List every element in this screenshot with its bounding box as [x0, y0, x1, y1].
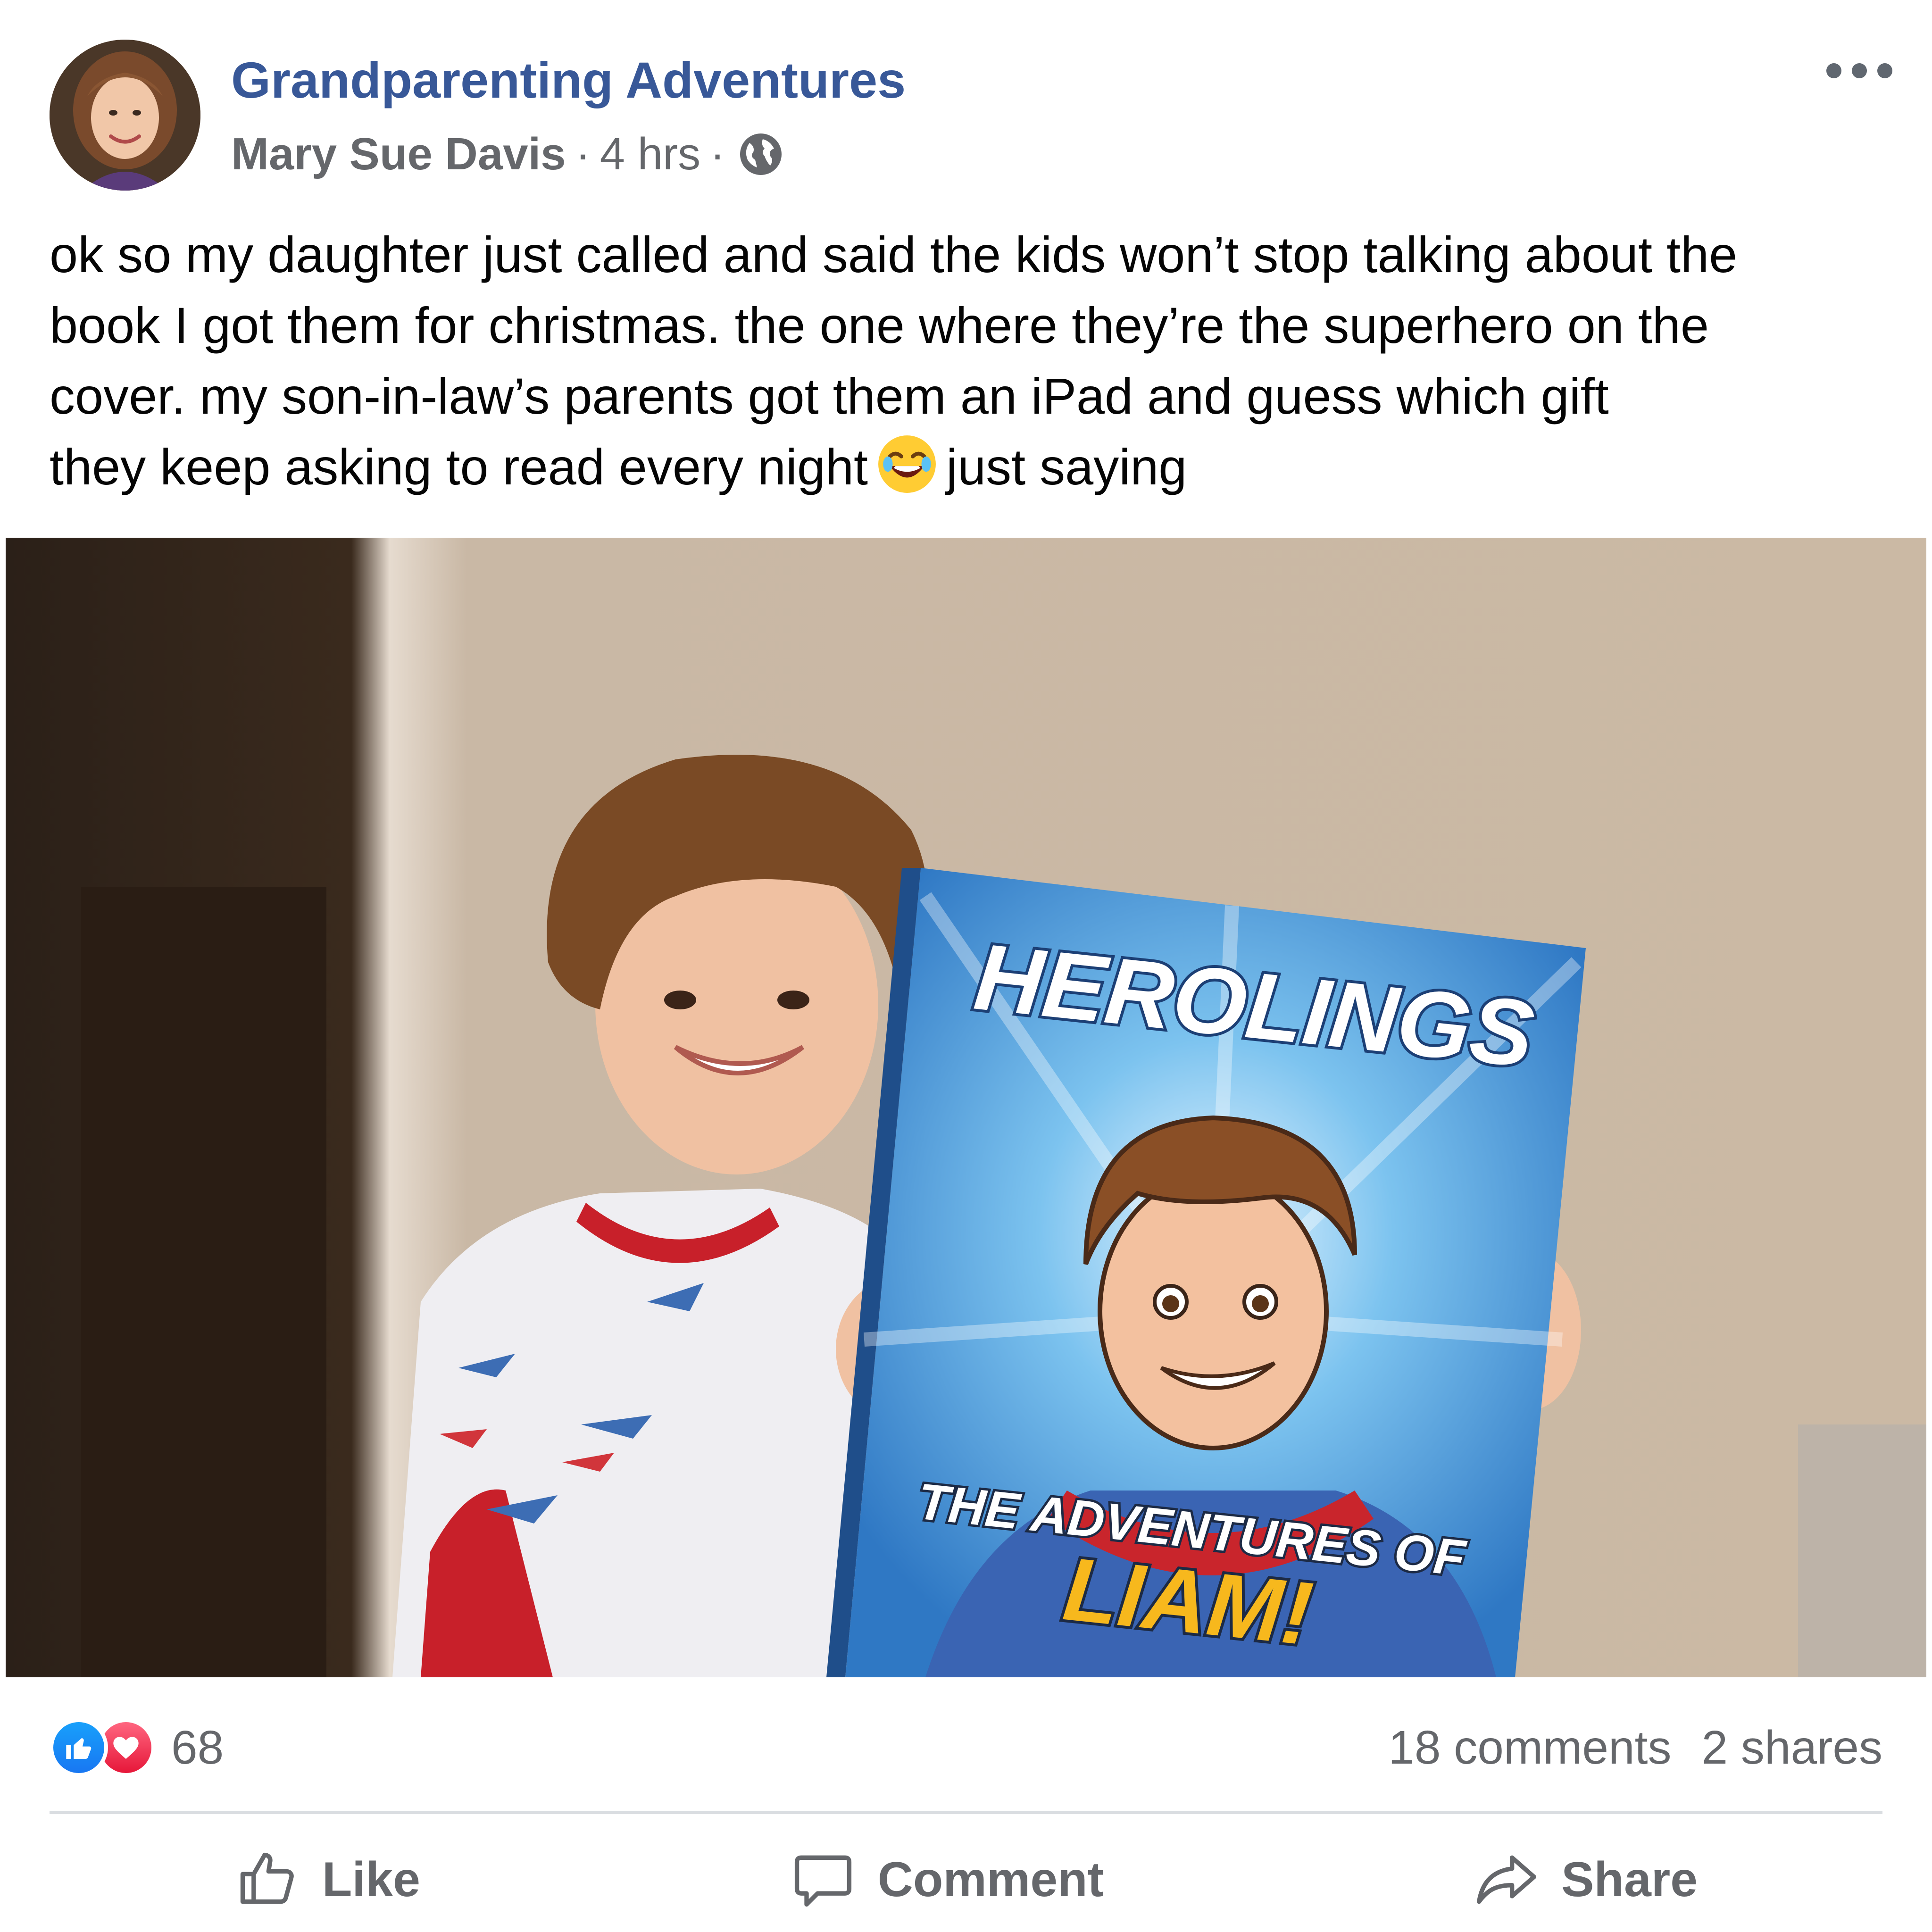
share-button[interactable]: Share: [1474, 1847, 1698, 1913]
like-label: Like: [322, 1852, 420, 1907]
comment-bubble-icon: [794, 1855, 851, 1907]
thumbs-up-icon: [240, 1852, 294, 1904]
like-button[interactable]: Like: [234, 1847, 420, 1913]
post-stats: 68 18 comments 2 shares: [50, 1717, 1882, 1778]
post-text-line: cover. my son-in-law’s parents got them …: [50, 367, 1609, 425]
shares-count-link[interactable]: 2 shares: [1701, 1721, 1882, 1775]
post-actions: Like Comment Share: [50, 1830, 1882, 1929]
meta-separator: ·: [575, 129, 591, 179]
post-text-line: book I got them for christmas. the one w…: [50, 297, 1709, 354]
group-name-link[interactable]: Grandparenting Adventures: [231, 50, 906, 111]
meta-separator: ·: [710, 129, 725, 179]
author-avatar[interactable]: [50, 40, 200, 191]
post-text-line-last: they keep asking to read every night jus…: [50, 432, 1889, 502]
post-timestamp[interactable]: 4 hrs: [600, 128, 700, 180]
comments-count-link[interactable]: 18 comments: [1388, 1721, 1671, 1775]
comment-label: Comment: [877, 1852, 1104, 1907]
reaction-count: 68: [171, 1721, 224, 1774]
post-photo[interactable]: HEROLINGS THE ADVENTURES OF LIAM!: [6, 538, 1926, 1677]
share-arrow-icon: [1477, 1855, 1537, 1904]
globe-icon[interactable]: [738, 132, 783, 177]
laughing-emoji-icon: [878, 435, 936, 493]
engagement-counts: 18 comments 2 shares: [1388, 1721, 1882, 1775]
comment-button[interactable]: Comment: [790, 1847, 1104, 1913]
like-reaction-icon: [50, 1718, 108, 1777]
post-text-line: they keep asking to read every night: [50, 438, 868, 495]
post-meta: Mary Sue Davis · 4 hrs ·: [231, 124, 783, 185]
action-divider: [50, 1811, 1882, 1814]
post-text-line: ok so my daughter just called and said t…: [50, 226, 1738, 283]
reactions-summary[interactable]: 68: [50, 1718, 224, 1777]
author-name-link[interactable]: Mary Sue Davis: [231, 128, 566, 180]
post-text: ok so my daughter just called and said t…: [50, 219, 1889, 502]
facebook-post: Grandparenting Adventures Mary Sue Davis…: [0, 0, 1932, 1932]
post-text-tail: just saying: [946, 438, 1187, 495]
more-options-icon[interactable]: [1826, 57, 1892, 85]
share-label: Share: [1561, 1852, 1698, 1907]
